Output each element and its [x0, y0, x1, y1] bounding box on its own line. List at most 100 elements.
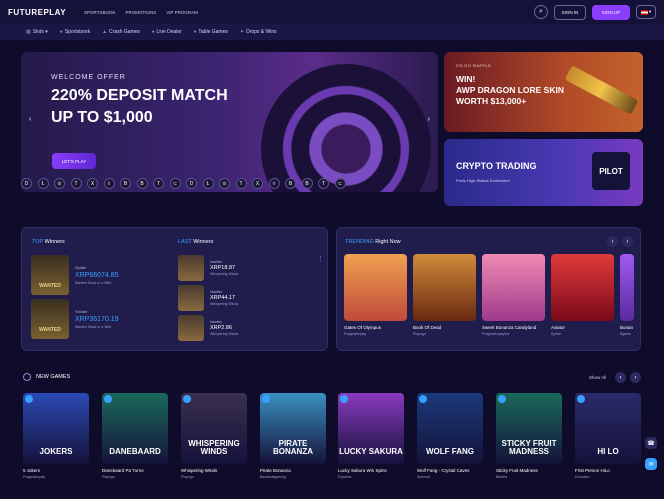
trending-game-card[interactable]: Sweet Bonanza Candyland Pragmaticplayliv… — [482, 254, 545, 336]
uk-flag-icon — [640, 9, 648, 15]
pilot-game-tile: PILOT — [592, 152, 630, 190]
crypto-coin-icon: X — [87, 178, 98, 189]
winner-name: Yotube — [75, 309, 88, 314]
chevron-right-icon[interactable]: › — [630, 372, 641, 383]
top-winner-row[interactable]: WANTED Spider XRP66074.85 Wanted Dead or… — [31, 255, 119, 295]
crypto-coin-icon: T — [235, 178, 247, 189]
game-thumb: WOLF FANG — [417, 393, 483, 464]
game-thumb — [413, 254, 476, 321]
search-icon[interactable]: ⌕ — [534, 5, 548, 19]
provider-badge-icon — [262, 395, 270, 403]
game-thumb — [178, 315, 204, 341]
nav-sportsbook[interactable]: SPORTSBOOK — [84, 10, 115, 15]
new-game-card[interactable]: STICKY FRUIT MADNESS Sticky Fruit Madness… — [496, 393, 562, 479]
winner-amount: XRP2.86 — [210, 325, 233, 331]
chevron-left-icon[interactable]: ‹ — [607, 236, 618, 247]
new-game-card[interactable]: JOKERS 5 Jokers Pragmaticplay — [23, 393, 89, 479]
game-thumb — [178, 285, 204, 311]
nav-promotions[interactable]: PROMOTIONS — [125, 10, 156, 15]
wanted-game-thumb: WANTED — [31, 255, 69, 295]
game-thumb — [344, 254, 407, 321]
new-game-card[interactable]: WHISPERING WINDS Whispering Winds Playngo — [181, 393, 247, 479]
game-provider: Playngo — [181, 475, 194, 479]
category-slots[interactable]: ▦ Slots ▾ — [26, 29, 48, 35]
logo[interactable]: FUTUREPLAY — [8, 8, 66, 17]
new-game-card[interactable]: HI LO First Person HiLo Evolution — [575, 393, 641, 479]
new-game-card[interactable]: DANEBAARD Danebaard Pa Turne Playngo — [102, 393, 168, 479]
crypto-coin-icon: B — [301, 178, 313, 189]
chat-icon[interactable]: ✉ — [645, 458, 657, 470]
last-winners-heading: LAST Winners — [178, 239, 214, 245]
wanted-game-thumb: WANTED — [31, 299, 69, 339]
hero-welcome: WELCOME OFFER — [51, 74, 126, 81]
game-provider: Pragmaticplay — [344, 332, 367, 336]
hero-banner[interactable]: WELCOME OFFER 220% DEPOSIT MATCH UP TO $… — [21, 52, 438, 192]
language-selector[interactable]: ▾ — [636, 5, 656, 19]
chevron-right-icon[interactable]: › — [428, 116, 430, 123]
winner-amount: XRP66074.85 — [75, 272, 119, 279]
provider-badge-icon — [104, 395, 112, 403]
chevron-right-icon[interactable]: › — [622, 236, 633, 247]
new-game-card[interactable]: LUCKY SAKURA Lucky Sakura Win Spins Expans… — [338, 393, 404, 479]
last-winner-row[interactable]: Inactive XRP2.86 Whispering Winds — [178, 315, 238, 341]
game-name: Whispering Winds — [181, 468, 218, 473]
chevron-down-icon: ▾ — [648, 9, 652, 14]
game-name: Lucky Sakura Win Spins — [338, 468, 387, 473]
crypto-coin-icon: X — [252, 178, 263, 189]
top-winners-heading: TOP Winners — [32, 239, 65, 245]
provider-badge-icon — [419, 395, 427, 403]
crypto-coin-icon: ⊙ — [219, 178, 230, 189]
trending-game-card[interactable]: Bonan Bgame — [620, 254, 634, 336]
trending-game-card[interactable]: Book Of Dead Playngo — [413, 254, 476, 336]
drop-icon: ✦ — [239, 29, 245, 35]
game-thumb: LUCKY SAKURA — [338, 393, 404, 464]
crypto-coin-icon: D — [21, 178, 32, 189]
csgo-raffle-banner[interactable]: CS:GO RAFFLE WIN! AWP DRAGON LORE SKIN W… — [444, 52, 643, 132]
category-table-games[interactable]: ♦ Table Games — [194, 29, 228, 35]
game-provider: Bgame — [620, 332, 632, 336]
game-name: Sweet Bonanza Candyland — [482, 325, 537, 330]
raffle-headline: WIN! AWP DRAGON LORE SKIN WORTH $13,000+ — [456, 74, 564, 106]
game-provider: Evolution — [575, 475, 590, 479]
category-bar: ▦ Slots ▾ ● Sportsbook ▲ Crash Games ♠ Live … — [0, 24, 664, 40]
game-art-title: WOLF FANG — [426, 447, 474, 456]
chevron-left-icon[interactable]: ‹ — [615, 372, 626, 383]
crypto-trading-subtitle: Feels High-Stakes Excitement — [456, 178, 510, 183]
ball-icon: ● — [59, 29, 63, 35]
nav-vip-program[interactable]: VIP PROGRAM — [166, 10, 198, 15]
winner-name: Inactive — [210, 260, 223, 264]
winner-game: Wanted Dead or a Wild — [75, 281, 112, 285]
support-icon[interactable]: ☎ — [645, 437, 657, 449]
more-icon[interactable]: ⋮ — [317, 255, 324, 263]
crypto-trading-banner[interactable]: CRYPTO TRADING Feels High-Stakes Excitem… — [444, 139, 643, 206]
provider-badge-icon — [25, 395, 33, 403]
trending-game-card[interactable]: Aviator Spribe — [551, 254, 614, 336]
last-winner-row[interactable]: Inactive XRP18.87 Whispering Winds — [178, 255, 238, 281]
lets-play-button[interactable]: LET'S PLAY — [52, 153, 96, 169]
show-all-link[interactable]: Show All — [589, 375, 606, 380]
top-winner-row[interactable]: WANTED Yotube XRP36170.19 Wanted Dead or… — [31, 299, 119, 339]
new-game-card[interactable]: PIRATE BONANZA Pirate Bonanza Backseatgami… — [260, 393, 326, 479]
game-name: Bonan — [620, 325, 634, 330]
game-provider: Pragmaticplaylive — [482, 332, 510, 336]
category-crash-games[interactable]: ▲ Crash Games — [102, 29, 140, 35]
game-thumb — [551, 254, 614, 321]
category-sportsbook[interactable]: ● Sportsbook — [60, 29, 90, 35]
sign-up-button[interactable]: SIGN UP — [592, 4, 630, 20]
top-navigation-bar: FUTUREPLAY SPORTSBOOK PROMOTIONS VIP PRO… — [0, 0, 664, 24]
crypto-coin-icon: ◊ — [268, 178, 280, 189]
game-thumb: HI LO — [575, 393, 641, 464]
game-thumb: JOKERS — [23, 393, 89, 464]
sign-in-button[interactable]: SIGN IN — [554, 4, 586, 20]
game-name: Wolf Fang - Crystal Caves — [417, 468, 470, 473]
rocket-icon: ▲ — [102, 29, 108, 35]
trending-game-card[interactable]: Gates Of Olympus Pragmaticplay — [344, 254, 407, 336]
category-live-dealer[interactable]: ♠ Live Dealer — [152, 29, 182, 35]
game-art-title: HI LO — [597, 447, 619, 456]
chevron-left-icon[interactable]: ‹ — [29, 116, 31, 123]
category-drops-wins[interactable]: ✦ Drops & Wins — [240, 29, 277, 35]
new-game-card[interactable]: WOLF FANG Wolf Fang - Crystal Caves Spinma… — [417, 393, 483, 479]
game-thumb: PIRATE BONANZA — [260, 393, 326, 464]
game-provider: Backseatgaming — [260, 475, 286, 479]
last-winner-row[interactable]: Inactive XRP44.17 Whispering Winds — [178, 285, 238, 311]
